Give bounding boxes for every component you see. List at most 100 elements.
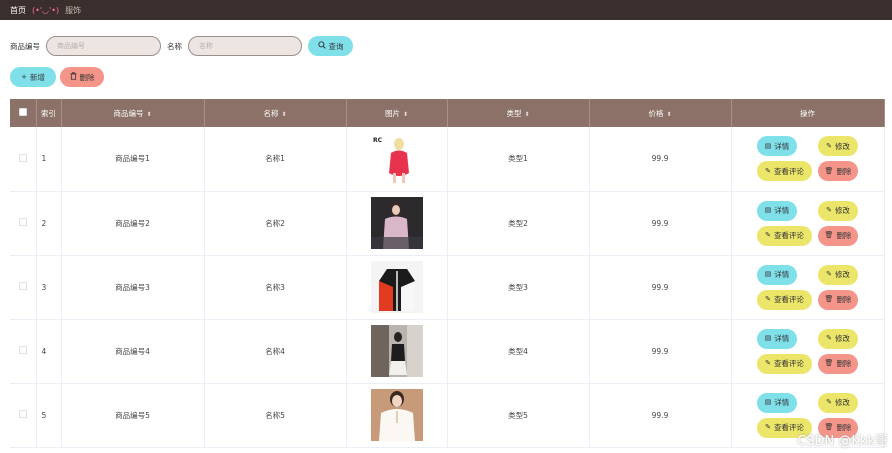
header-code[interactable]: 商品编号 ⬍ <box>61 99 205 127</box>
row-select-cell[interactable] <box>10 383 37 448</box>
product-image <box>370 325 423 377</box>
row-select-cell[interactable] <box>10 319 37 384</box>
cell-name: 名称2 <box>204 191 347 256</box>
edit-button[interactable]: ✎ 修改 <box>818 392 858 413</box>
detail-button[interactable]: ▤ 详情 <box>757 264 797 285</box>
delete-button[interactable]: 🗑 删除 <box>818 289 858 310</box>
view-reviews-button[interactable]: ✎ 查看评论 <box>757 161 812 182</box>
table-row[interactable]: 3 商品编号3 名称3 类型3 99.9 ▤ 详情 ✎ 修改 ✎ 查看评论 🗑 删除 <box>10 255 885 320</box>
cell-type: 类型5 <box>447 383 590 448</box>
sort-icon[interactable]: ⬍ <box>524 111 529 118</box>
add-button[interactable]: + 新增 <box>10 67 56 87</box>
cell-operations: ▤ 详情 ✎ 修改 ✎ 查看评论 🗑 删除 <box>731 191 885 256</box>
name-input[interactable]: 名称 <box>188 36 302 56</box>
cell-index: 1 <box>36 127 62 192</box>
document-icon: ▤ <box>764 141 772 150</box>
table-row[interactable]: 1 商品编号1 名称1 RC 类型1 99.9 ▤ 详情 ✎ 修改 ✎ 查看评论 🗑 删除 <box>10 127 885 192</box>
batch-delete-button[interactable]: 删除 <box>60 67 104 87</box>
product-table: 索引 商品编号 ⬍ 名称 ⬍ 图片 ⬍ 类型 ⬍ 价格 ⬍ 操作 1 商品编号1 名称1 RC 类… <box>10 99 885 448</box>
cell-code: 商品编号4 <box>61 319 205 384</box>
cell-price: 99.9 <box>589 319 732 384</box>
table-header-row: 索引 商品编号 ⬍ 名称 ⬍ 图片 ⬍ 类型 ⬍ 价格 ⬍ 操作 <box>10 99 885 127</box>
table-row[interactable]: 4 商品编号4 名称4 类型4 99.9 ▤ 详情 ✎ 修改 ✎ 查看评论 🗑 删除 <box>10 319 885 384</box>
query-label: 查询 <box>328 41 344 51</box>
detail-button[interactable]: ▤ 详情 <box>757 392 797 413</box>
header-price[interactable]: 价格 ⬍ <box>589 99 732 127</box>
cell-image <box>346 255 448 320</box>
document-icon: ▤ <box>764 270 772 278</box>
header-name[interactable]: 名称 ⬍ <box>204 99 347 127</box>
cell-index: 5 <box>36 383 62 448</box>
cell-price: 99.9 <box>589 191 732 256</box>
breadcrumb-home[interactable]: 首页 <box>10 5 26 16</box>
cell-index: 2 <box>36 191 62 256</box>
row-checkbox[interactable] <box>18 282 27 290</box>
document-icon: ▤ <box>764 398 772 406</box>
cell-image <box>346 383 448 448</box>
cell-price: 99.9 <box>589 127 732 192</box>
breadcrumb-current: 服饰 <box>65 5 82 15</box>
row-select-cell[interactable] <box>10 127 37 192</box>
sort-icon[interactable]: ⬍ <box>281 111 286 118</box>
cell-operations: ▤ 详情 ✎ 修改 ✎ 查看评论 🗑 删除 <box>731 319 885 384</box>
header-image[interactable]: 图片 ⬍ <box>346 99 448 127</box>
row-checkbox[interactable] <box>18 346 27 354</box>
edit-button[interactable]: ✎ 修改 <box>818 200 858 221</box>
table-row[interactable]: 2 商品编号2 名称2 类型2 99.9 ▤ 详情 ✎ 修改 ✎ 查看评论 🗑 删除 <box>10 191 885 256</box>
sort-icon[interactable]: ⬍ <box>403 111 408 118</box>
view-reviews-button[interactable]: ✎ 查看评论 <box>757 225 812 246</box>
product-image <box>370 389 423 441</box>
document-icon: ▤ <box>764 206 772 214</box>
trash-icon <box>69 72 77 82</box>
header-type[interactable]: 类型 ⬍ <box>447 99 590 127</box>
edit-button[interactable]: ✎ 修改 <box>818 328 858 349</box>
svg-text:RC: RC <box>373 137 383 144</box>
sort-icon[interactable]: ⬍ <box>146 111 151 118</box>
cell-operations: ▤ 详情 ✎ 修改 ✎ 查看评论 🗑 删除 <box>731 127 885 192</box>
delete-button[interactable]: 🗑 删除 <box>818 225 858 246</box>
pencil-icon: ✎ <box>826 270 832 278</box>
search-icon <box>317 41 326 51</box>
pencil-icon: ✎ <box>826 206 832 214</box>
trash-icon: 🗑 <box>824 231 834 239</box>
code-input[interactable]: 商品编号 <box>46 36 161 56</box>
document-icon: ▤ <box>764 334 772 342</box>
edit-button[interactable]: ✎ 修改 <box>818 136 858 157</box>
top-breadcrumb-bar: 首页 (•'◡'•) 服饰 <box>0 0 892 20</box>
row-checkbox[interactable] <box>18 218 27 226</box>
cell-code: 商品编号2 <box>61 191 205 256</box>
cell-type: 类型4 <box>447 319 590 384</box>
pencil-icon: ✎ <box>826 141 832 150</box>
detail-button[interactable]: ▤ 详情 <box>757 136 797 157</box>
table-row[interactable]: 5 商品编号5 名称5 类型5 99.9 ▤ 详情 ✎ 修改 ✎ 查看评论 🗑 删除 <box>10 383 885 448</box>
search-form: 商品编号 商品编号 名称 名称 查询 <box>10 36 353 56</box>
product-image: RC <box>370 132 423 185</box>
row-checkbox[interactable] <box>18 410 27 418</box>
sort-icon[interactable]: ⬍ <box>666 111 671 118</box>
query-button[interactable]: 查询 <box>308 36 353 56</box>
cell-index: 4 <box>36 319 62 384</box>
row-checkbox[interactable] <box>18 153 27 162</box>
pencil-icon: ✎ <box>765 231 771 239</box>
delete-button[interactable]: 🗑 删除 <box>818 353 858 374</box>
cell-type: 类型1 <box>447 127 590 192</box>
pencil-icon: ✎ <box>826 398 832 406</box>
trash-icon: 🗑 <box>824 295 834 303</box>
cell-code: 商品编号1 <box>61 127 205 192</box>
cell-image <box>346 319 448 384</box>
view-reviews-button[interactable]: ✎ 查看评论 <box>757 289 812 310</box>
delete-button[interactable]: 🗑 删除 <box>818 161 858 182</box>
trash-icon: 🗑 <box>824 359 834 367</box>
select-all-checkbox[interactable] <box>18 108 27 116</box>
detail-button[interactable]: ▤ 详情 <box>757 200 797 221</box>
code-label: 商品编号 <box>10 41 40 51</box>
edit-button[interactable]: ✎ 修改 <box>818 264 858 285</box>
detail-button[interactable]: ▤ 详情 <box>757 328 797 349</box>
cell-name: 名称1 <box>204 127 347 192</box>
header-select-all[interactable] <box>10 99 37 127</box>
row-select-cell[interactable] <box>10 255 37 320</box>
trash-icon: 🗑 <box>824 166 834 175</box>
view-reviews-button[interactable]: ✎ 查看评论 <box>757 353 812 374</box>
watermark: CSDN @Kkk哥 <box>797 434 888 449</box>
row-select-cell[interactable] <box>10 191 37 256</box>
